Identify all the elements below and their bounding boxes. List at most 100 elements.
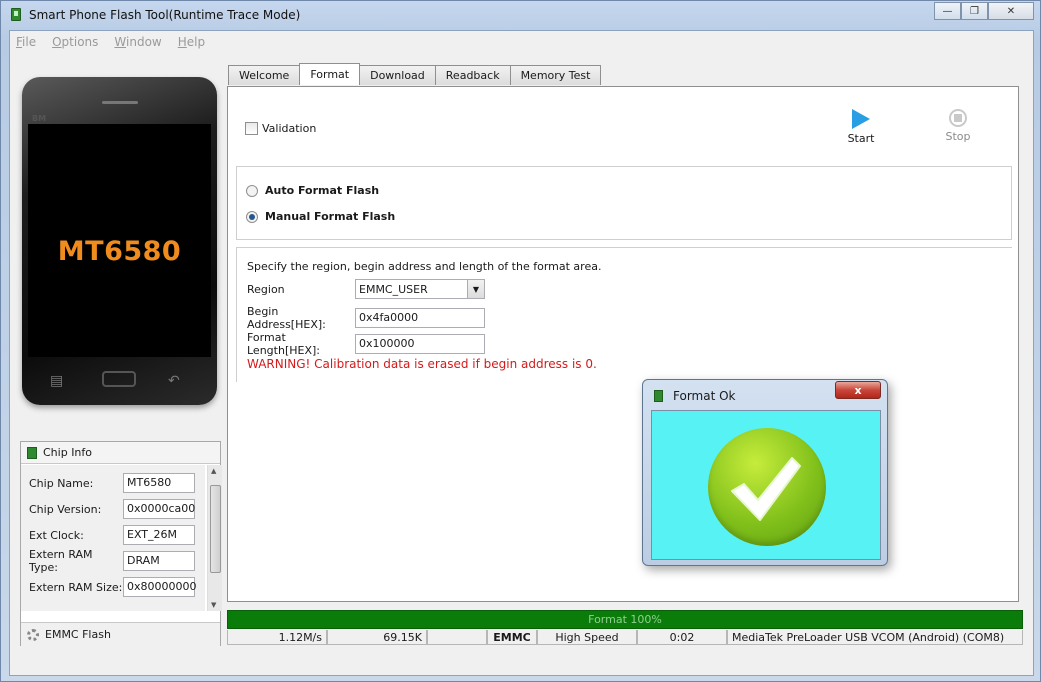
chip-row: Chip Version: 0x0000ca00 (29, 499, 199, 519)
format-mode-group: Auto Format Flash Manual Format Flash (236, 166, 1012, 240)
dialog-close-button[interactable]: x (835, 381, 881, 399)
start-label: Start (847, 132, 875, 145)
scroll-down-icon[interactable]: ▼ (211, 601, 216, 609)
chip-info-scrollbar[interactable]: ▲ ▼ (207, 465, 222, 611)
chip-info-body: Chip Name: MT6580 Chip Version: 0x0000ca… (21, 465, 205, 611)
format-length-input[interactable]: 0x100000 (355, 334, 485, 354)
status-bar: 1.12M/s 69.15K EMMC High Speed 0:02 Medi… (227, 630, 1023, 645)
phone-brand: BM (32, 114, 47, 123)
window-title: Smart Phone Flash Tool(Runtime Trace Mod… (29, 8, 301, 22)
begin-address-input[interactable]: 0x4fa0000 (355, 308, 485, 328)
success-check-icon (708, 428, 826, 546)
tab-readback[interactable]: Readback (434, 65, 511, 85)
menu-options[interactable]: Options (52, 35, 98, 49)
auto-format-option[interactable]: Auto Format Flash (246, 184, 379, 197)
restore-icon: ❐ (970, 5, 979, 17)
format-length-label: Format Length[HEX]: (247, 331, 320, 357)
manual-format-group: Specify the region, begin address and le… (236, 247, 1012, 382)
minimize-button[interactable]: — (934, 2, 961, 20)
format-length-row: Format Length[HEX]: 0x100000 (247, 331, 485, 357)
scroll-up-icon[interactable]: ▲ (211, 467, 216, 475)
close-button[interactable]: ✕ (988, 2, 1034, 20)
status-speed: 1.12M/s (227, 630, 327, 645)
window-controls: — ❐ ✕ (934, 2, 1034, 20)
tab-bar: Welcome Format Download Readback Memory … (228, 63, 602, 85)
region-select[interactable]: EMMC_USER ▼ (355, 279, 485, 299)
manual-format-radio[interactable] (246, 210, 258, 223)
validation-option[interactable]: Validation (245, 122, 316, 135)
stop-icon (949, 109, 967, 127)
ram-type-field[interactable]: DRAM (123, 551, 195, 571)
chip-version-field[interactable]: 0x0000ca00 (123, 499, 195, 519)
validation-label: Validation (262, 122, 317, 135)
progress-bar: Format 100% (227, 610, 1023, 629)
auto-format-radio[interactable] (246, 184, 258, 197)
menu-file[interactable]: File (16, 35, 36, 49)
ram-size-label: Extern RAM Size: (29, 580, 123, 594)
phone-screen: MT6580 (28, 124, 211, 357)
tab-welcome[interactable]: Welcome (228, 65, 301, 85)
chip-row: Chip Name: MT6580 (29, 473, 199, 493)
validation-checkbox[interactable] (245, 122, 258, 135)
ext-clock-field[interactable]: EXT_26M (123, 525, 195, 545)
chip-info-panel: Chip Info Chip Name: MT6580 Chip Version… (20, 441, 222, 646)
status-storage: EMMC (487, 630, 537, 645)
tab-format[interactable]: Format (299, 63, 361, 85)
begin-address-label: Begin Address[HEX]: (247, 305, 326, 331)
region-value: EMMC_USER (359, 282, 428, 296)
dialog-app-icon (654, 390, 663, 402)
dialog-title: Format Ok (673, 389, 736, 403)
status-port: MediaTek PreLoader USB VCOM (Android) (C… (727, 630, 1023, 645)
stop-label: Stop (945, 130, 971, 143)
progress-text: Format 100% (588, 613, 662, 626)
emmc-flash-label: EMMC Flash (45, 628, 111, 641)
menu-help[interactable]: Help (178, 35, 205, 49)
chip-row: Extern RAM Type: DRAM (29, 548, 199, 574)
menu-key-icon: ▤ (50, 373, 64, 389)
phone-model: MT6580 (57, 236, 182, 267)
chevron-down-icon[interactable]: ▼ (467, 280, 484, 298)
chip-version-label: Chip Version: (29, 502, 102, 516)
phone-image: BM MT6580 ▤ ↶ (22, 77, 217, 405)
chip-name-field[interactable]: MT6580 (123, 473, 195, 493)
scroll-thumb[interactable] (210, 485, 221, 573)
tab-download[interactable]: Download (359, 65, 436, 85)
stop-button[interactable]: Stop (933, 109, 983, 143)
chip-name-label: Chip Name: (29, 476, 94, 490)
ext-clock-label: Ext Clock: (29, 528, 84, 542)
ram-size-field[interactable]: 0x80000000 (123, 577, 197, 597)
gear-icon (27, 628, 39, 641)
manual-format-option[interactable]: Manual Format Flash (246, 210, 395, 223)
format-ok-dialog: Format Ok x (642, 379, 888, 566)
app-window: Smart Phone Flash Tool(Runtime Trace Mod… (0, 0, 1041, 682)
chip-info-header: Chip Info (21, 442, 220, 464)
status-blank (427, 630, 487, 645)
region-label: Region (247, 282, 285, 296)
begin-address-row: Begin Address[HEX]: 0x4fa0000 (247, 305, 485, 331)
title-bar[interactable]: Smart Phone Flash Tool(Runtime Trace Mod… (1, 1, 1040, 29)
app-icon (11, 8, 21, 21)
format-panel: Validation Start Stop Auto Format Flash … (227, 86, 1019, 602)
chip-icon (27, 446, 37, 459)
play-icon (852, 109, 870, 129)
phone-speaker (102, 101, 138, 104)
chip-row: Extern RAM Size: 0x80000000 (29, 577, 199, 597)
format-description: Specify the region, begin address and le… (247, 260, 602, 273)
emmc-flash-row: EMMC Flash (21, 622, 220, 646)
ram-type-label: Extern RAM Type: (29, 548, 93, 574)
back-key-icon: ↶ (168, 373, 180, 389)
close-icon: ✕ (1006, 5, 1016, 17)
maximize-button[interactable]: ❐ (961, 2, 988, 20)
status-size: 69.15K (327, 630, 427, 645)
region-row: Region EMMC_USER ▼ (247, 279, 485, 299)
minimize-icon: — (942, 5, 953, 17)
tab-memory-test[interactable]: Memory Test (509, 65, 602, 85)
manual-format-label: Manual Format Flash (265, 210, 396, 223)
home-key-icon (102, 371, 136, 387)
status-time: 0:02 (637, 630, 727, 645)
auto-format-label: Auto Format Flash (265, 184, 380, 197)
chip-row: Ext Clock: EXT_26M (29, 525, 199, 545)
menu-window[interactable]: Window (114, 35, 161, 49)
menu-bar: File Options Window Help (10, 31, 1033, 53)
start-button[interactable]: Start (836, 109, 886, 145)
